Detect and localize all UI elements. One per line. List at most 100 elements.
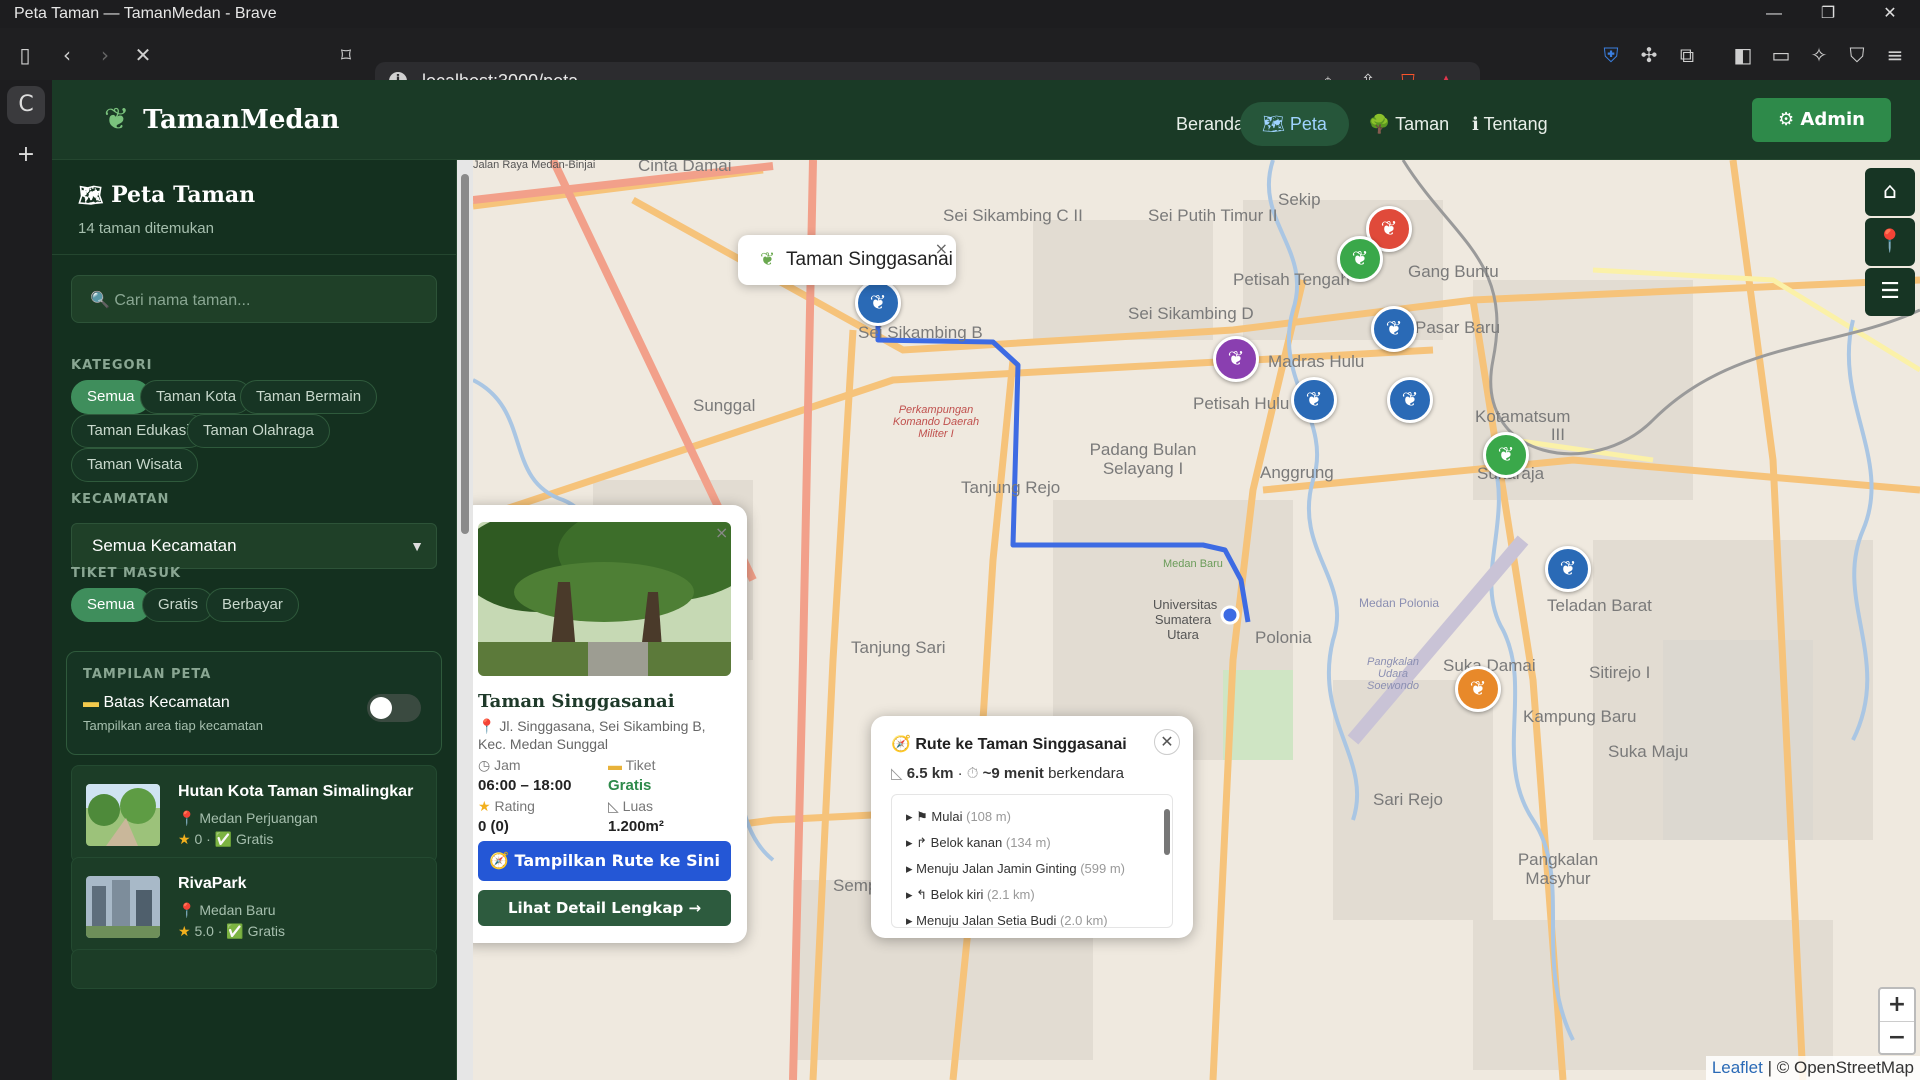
pin-icon: 📍 bbox=[1876, 229, 1904, 254]
park-marker[interactable]: ❦ bbox=[1213, 336, 1259, 382]
brand-name: TamanMedan bbox=[143, 104, 340, 135]
sidebar-toggle-icon[interactable]: ▯ bbox=[12, 42, 38, 68]
window-titlebar: Peta Taman — TamanMedan - Brave — ❐ ✕ bbox=[0, 0, 1920, 28]
layers-menu-button[interactable]: ☰ bbox=[1865, 268, 1915, 316]
locate-me-button[interactable]: 📍 bbox=[1865, 218, 1915, 266]
park-marker-selected[interactable]: ❦ bbox=[855, 280, 901, 326]
ticket-label: TIKET MASUK bbox=[71, 566, 182, 581]
map-label: Petisah Tengah bbox=[1233, 270, 1350, 289]
view-detail-button[interactable]: Lihat Detail Lengkap → bbox=[478, 890, 731, 926]
leaflet-link[interactable]: Leaflet bbox=[1712, 1058, 1763, 1077]
tooltip-title: Taman Singgasanai bbox=[786, 249, 953, 270]
map-label: Pangkalan Udara Soewondo bbox=[1367, 656, 1419, 692]
district-select[interactable]: Semua Kecamatan ▼ bbox=[71, 523, 437, 569]
maximize-button[interactable]: ❐ bbox=[1806, 2, 1850, 26]
sidebar-scrollbar[interactable] bbox=[457, 160, 473, 1080]
chip-category-taman-kota[interactable]: Taman Kota bbox=[140, 380, 253, 414]
forward-icon[interactable]: › bbox=[92, 42, 118, 68]
search-placeholder: 🔍 Cari nama taman... bbox=[90, 292, 251, 309]
map-label: Sunggal bbox=[693, 396, 756, 415]
browser-toolbar: ▯ ‹ › ✕ ⌑ i localhost:3000/peta ⌖ ⇪ ⛉ ▲ … bbox=[0, 28, 1920, 102]
map-label: Teladan Barat bbox=[1547, 596, 1652, 615]
turn-left-icon: ↰ bbox=[916, 887, 928, 902]
park-marker[interactable]: ❦ bbox=[1337, 236, 1383, 282]
pin-icon: 📍 bbox=[478, 718, 496, 734]
chip-category-taman-edukasi[interactable]: Taman Edukasi bbox=[71, 414, 206, 448]
map-label: Polonia bbox=[1255, 628, 1312, 647]
map-view[interactable]: Jalan Raya Medan-Binjai Cinta Damai Sei … bbox=[473, 160, 1920, 1080]
park-card[interactable] bbox=[71, 949, 437, 989]
map-label: Cinta Damai bbox=[638, 160, 732, 175]
ticket-label: ▬ Tiket bbox=[608, 757, 656, 773]
park-marker[interactable]: ❦ bbox=[1291, 377, 1337, 423]
vertical-tab-strip: C + bbox=[0, 80, 52, 1080]
new-tab-icon[interactable]: + bbox=[7, 136, 45, 174]
rating-label: ★ Rating bbox=[478, 798, 535, 814]
divider bbox=[52, 254, 457, 255]
close-window-button[interactable]: ✕ bbox=[1868, 2, 1912, 26]
park-marker[interactable]: ❦ bbox=[1455, 666, 1501, 712]
park-photo bbox=[478, 522, 731, 676]
brand[interactable]: ❦ TamanMedan bbox=[104, 102, 339, 137]
map-label: Pangkalan Masyhur bbox=[1517, 850, 1599, 888]
hours-label: ◷ Jam bbox=[478, 757, 521, 773]
tooltip-close-icon[interactable]: × bbox=[935, 239, 948, 258]
nav-peta[interactable]: 🗺 Peta bbox=[1240, 102, 1349, 146]
chip-ticket-semua[interactable]: Semua bbox=[71, 588, 151, 622]
minimize-button[interactable]: — bbox=[1752, 2, 1796, 26]
nav-tentang[interactable]: ℹ Tentang bbox=[1450, 102, 1570, 146]
park-marker[interactable]: ❦ bbox=[1387, 377, 1433, 423]
loading-tab-icon[interactable]: C bbox=[7, 86, 45, 124]
route-close-button[interactable]: ✕ bbox=[1154, 729, 1180, 755]
reader-icon[interactable]: ⧉ bbox=[1674, 42, 1700, 68]
park-card[interactable]: Hutan Kota Taman Simalingkar 📍 Medan Per… bbox=[71, 765, 437, 863]
map-label: Gang Buntu bbox=[1408, 262, 1499, 281]
chip-category-taman-bermain[interactable]: Taman Bermain bbox=[240, 380, 378, 414]
chip-ticket-berbayar[interactable]: Berbayar bbox=[206, 588, 299, 622]
popup-close-icon[interactable]: × bbox=[715, 523, 728, 542]
extensions-icon[interactable]: ✣ bbox=[1636, 42, 1662, 68]
park-marker[interactable]: ❦ bbox=[1545, 546, 1591, 592]
side-panel-icon[interactable]: ◧ bbox=[1730, 42, 1756, 68]
zoom-in-button[interactable]: + bbox=[1880, 989, 1914, 1021]
back-icon[interactable]: ‹ bbox=[54, 42, 80, 68]
park-marker[interactable]: ❦ bbox=[1483, 432, 1529, 478]
map-label: Sitirejo I bbox=[1589, 663, 1651, 682]
chip-category-taman-olahraga[interactable]: Taman Olahraga bbox=[187, 414, 330, 448]
steps-scrollbar[interactable] bbox=[1164, 809, 1170, 855]
home-map-button[interactable]: ⌂ bbox=[1865, 168, 1915, 216]
chip-category-semua[interactable]: Semua bbox=[71, 380, 151, 414]
park-card[interactable]: RivaPark 📍 Medan Baru ★ 5.0 · ✅ Gratis bbox=[71, 857, 437, 955]
map-icon: 🗺 bbox=[78, 183, 104, 207]
search-input[interactable]: 🔍 Cari nama taman... bbox=[71, 275, 437, 323]
ruler-icon: ◺ bbox=[608, 798, 619, 814]
leo-icon[interactable]: ✧ bbox=[1806, 42, 1832, 68]
scrollbar-thumb[interactable] bbox=[461, 174, 469, 534]
route-step: ▸ ↰ Belok kiri (2.1 km) bbox=[906, 887, 1035, 902]
filter-sidebar: 🗺 Peta Taman 14 taman ditemukan 🔍 Cari n… bbox=[52, 160, 457, 1080]
district-boundary-toggle[interactable] bbox=[367, 694, 421, 722]
info-icon: ℹ bbox=[1472, 114, 1479, 134]
timer-icon: ⏱ bbox=[966, 765, 979, 782]
menu-icon[interactable]: ≡ bbox=[1882, 42, 1908, 68]
map-label: Universitas Sumatera Utara bbox=[1153, 597, 1218, 642]
show-route-button[interactable]: 🧭 Tampilkan Rute ke Sini bbox=[478, 841, 731, 881]
rating-value: 0 (0) bbox=[478, 818, 509, 835]
vpn-icon[interactable]: ⛉ bbox=[1844, 42, 1870, 68]
osm-attribution[interactable]: | © OpenStreetMap bbox=[1768, 1058, 1914, 1077]
bookmark-icon[interactable]: ⌑ bbox=[333, 42, 359, 68]
map-label: Madras Hulu bbox=[1268, 352, 1365, 371]
wallet-icon[interactable]: ▭ bbox=[1768, 42, 1794, 68]
route-steps-list[interactable]: ▸ ⚑ Mulai (108 m) ▸ ↱ Belok kanan (134 m… bbox=[891, 794, 1173, 928]
chevron-down-icon: ▼ bbox=[410, 538, 424, 554]
sidebar-title-text: Peta Taman bbox=[111, 182, 256, 208]
home-icon: ⌂ bbox=[1883, 179, 1897, 204]
zoom-out-button[interactable]: − bbox=[1880, 1021, 1914, 1053]
admin-button[interactable]: ⚙ Admin bbox=[1752, 98, 1891, 142]
navbar: ❦ TamanMedan Beranda 🗺 Peta 🌳 Taman ℹ Te… bbox=[52, 80, 1920, 160]
chip-category-taman-wisata[interactable]: Taman Wisata bbox=[71, 448, 199, 482]
park-marker[interactable]: ❦ bbox=[1371, 306, 1417, 352]
chip-ticket-gratis[interactable]: Gratis bbox=[142, 588, 215, 622]
password-manager-icon[interactable]: ⛨ bbox=[1598, 42, 1624, 68]
stop-loading-icon[interactable]: ✕ bbox=[130, 42, 156, 68]
